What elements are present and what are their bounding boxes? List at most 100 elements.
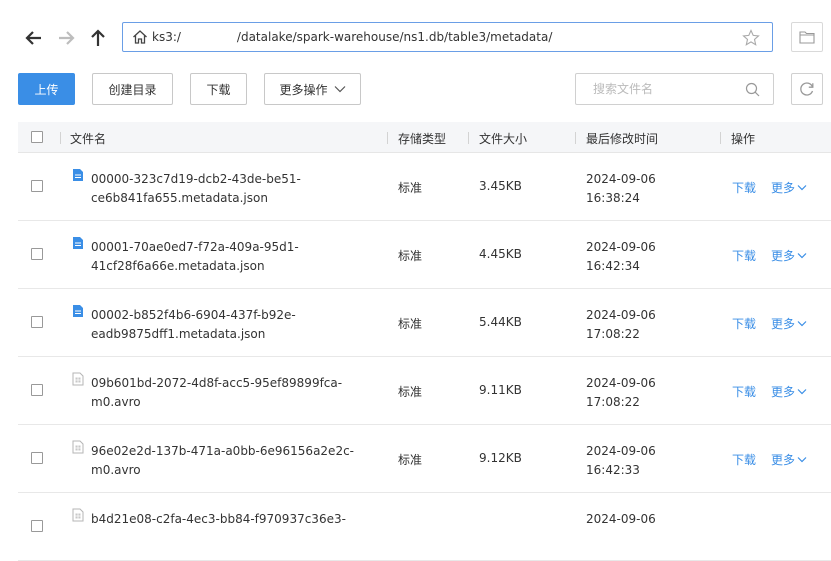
search-input[interactable] [591, 81, 745, 97]
modified-date: 2024-09-06 [586, 240, 656, 254]
file-name[interactable]: 96e02e2d-137b-471a-a0bb-6e96156a2e2c-m0.… [91, 442, 371, 480]
row-more-menu[interactable]: 更多 [771, 451, 807, 468]
table-row[interactable]: b4d21e08-c2fa-4ec3-bb84-f970937c36e3- 202… [18, 493, 831, 561]
row-checkbox[interactable] [31, 384, 43, 396]
download-button[interactable]: 下载 [190, 73, 247, 105]
row-more-label: 更多 [771, 249, 796, 263]
row-more-menu[interactable]: 更多 [771, 315, 807, 332]
row-more-menu[interactable]: 更多 [771, 383, 807, 400]
column-header-size[interactable]: 文件大小 [479, 130, 527, 147]
storage-type: 标准 [398, 181, 423, 195]
refresh-icon [800, 82, 814, 96]
modified-date: 2024-09-06 [586, 444, 656, 458]
column-header-ops: 操作 [731, 132, 756, 146]
forward-button[interactable] [55, 27, 77, 49]
row-more-menu[interactable]: 更多 [771, 247, 807, 264]
modified-clock: 16:38:24 [586, 191, 640, 205]
arrow-right-icon [59, 31, 75, 45]
chevron-down-icon [797, 253, 807, 259]
row-checkbox[interactable] [31, 248, 43, 260]
row-download-link[interactable]: 下载 [732, 383, 756, 400]
file-name-line1: 00002-b852f4b6-6904-437f-b92e- [91, 308, 296, 322]
column-divider [387, 132, 388, 144]
row-download-link[interactable]: 下载 [732, 247, 756, 264]
file-name[interactable]: 09b601bd-2072-4d8f-acc5-95ef89899fca-m0.… [91, 374, 371, 412]
search-box[interactable] [575, 73, 774, 105]
row-download-link[interactable]: 下载 [732, 315, 756, 332]
back-button[interactable] [23, 27, 45, 49]
modified-time: 2024-09-06 17:08:22 [586, 374, 656, 412]
modified-date: 2024-09-06 [586, 308, 656, 322]
more-ops-label: 更多操作 [279, 82, 328, 97]
json-file-icon [72, 236, 84, 253]
address-bar[interactable]: ks3:/ /datalake/spark-warehouse/ns1.db/t… [122, 22, 773, 52]
row-checkbox[interactable] [31, 316, 43, 328]
column-header-name[interactable]: 文件名 [70, 130, 106, 147]
column-divider [60, 132, 61, 144]
file-name[interactable]: b4d21e08-c2fa-4ec3-bb84-f970937c36e3- [91, 510, 371, 529]
column-header-modified[interactable]: 最后修改时间 [586, 130, 658, 147]
json-file-icon [72, 304, 84, 321]
json-file-icon [72, 168, 84, 185]
file-name-line1: b4d21e08-c2fa-4ec3-bb84-f970937c36e3- [91, 512, 346, 526]
binary-file-icon [72, 440, 84, 457]
modified-clock: 17:08:22 [586, 395, 640, 409]
column-header-storage-type[interactable]: 存储类型 [398, 130, 446, 147]
chevron-down-icon [797, 185, 807, 191]
create-dir-button[interactable]: 创建目录 [92, 73, 173, 105]
arrow-left-icon [25, 31, 41, 45]
chevron-down-icon [334, 86, 345, 93]
file-size: 9.12KB [479, 451, 522, 465]
file-name[interactable]: 00001-70ae0ed7-f72a-409a-95d1- 41cf28f6a6… [91, 238, 371, 276]
address-masked-segment [181, 31, 237, 43]
row-checkbox[interactable] [31, 520, 43, 532]
storage-type: 标准 [398, 453, 423, 467]
row-more-menu[interactable]: 更多 [771, 179, 807, 196]
modified-time: 2024-09-06 [586, 510, 656, 529]
file-size: 4.45KB [479, 247, 522, 261]
column-divider [575, 132, 576, 144]
refresh-button[interactable] [791, 73, 823, 105]
search-icon[interactable] [745, 82, 760, 97]
modified-date: 2024-09-06 [586, 172, 656, 186]
file-name-line1: 00001-70ae0ed7-f72a-409a-95d1- [91, 240, 299, 254]
table-row[interactable]: 96e02e2d-137b-471a-a0bb-6e96156a2e2c-m0.… [18, 425, 831, 493]
modified-clock: 16:42:33 [586, 463, 640, 477]
row-checkbox[interactable] [31, 452, 43, 464]
row-checkbox[interactable] [31, 180, 43, 192]
table-row[interactable]: 00002-b852f4b6-6904-437f-b92e-eadb9875df… [18, 289, 831, 357]
file-name-line1: 00000-323c7d19-dcb2-43de-be51- [91, 172, 301, 186]
file-name-line2: 41cf28f6a66e.metadata.json [91, 259, 265, 273]
row-more-label: 更多 [771, 181, 796, 195]
upload-button[interactable]: 上传 [18, 73, 75, 105]
table-header: 文件名 存储类型 文件大小 最后修改时间 操作 [18, 122, 831, 153]
file-name-line1: 09b601bd-2072-4d8f-acc5-95ef89899fca- [91, 376, 343, 390]
modified-time: 2024-09-06 16:42:33 [586, 442, 656, 480]
star-icon[interactable] [742, 29, 760, 47]
table-row[interactable]: 09b601bd-2072-4d8f-acc5-95ef89899fca-m0.… [18, 357, 831, 425]
address-host: ks3:/ [152, 30, 181, 44]
file-name-line1: 96e02e2d-137b-471a-a0bb-6e96156a2e2c- [91, 444, 355, 458]
home-icon[interactable] [132, 29, 148, 45]
modified-time: 2024-09-06 16:38:24 [586, 170, 656, 208]
row-more-label: 更多 [771, 453, 796, 467]
address-path: /datalake/spark-warehouse/ns1.db/table3/… [236, 30, 553, 44]
more-ops-button[interactable]: 更多操作 [264, 73, 361, 105]
modified-date: 2024-09-06 [586, 512, 656, 526]
arrow-up-icon [91, 29, 105, 46]
row-download-link[interactable]: 下载 [732, 179, 756, 196]
folder-button[interactable] [791, 22, 823, 52]
table-row[interactable]: 00001-70ae0ed7-f72a-409a-95d1- 41cf28f6a6… [18, 221, 831, 289]
select-all-checkbox[interactable] [31, 131, 43, 143]
up-button[interactable] [87, 27, 109, 49]
file-name[interactable]: 00002-b852f4b6-6904-437f-b92e-eadb9875df… [91, 306, 371, 344]
row-download-link[interactable]: 下载 [732, 451, 756, 468]
file-name-line2: eadb9875dff1.metadata.json [91, 327, 266, 341]
modified-time: 2024-09-06 16:42:34 [586, 238, 656, 276]
row-more-label: 更多 [771, 317, 796, 331]
table-row[interactable]: 00000-323c7d19-dcb2-43de-be51- ce6b841fa6… [18, 153, 831, 221]
storage-type: 标准 [398, 317, 423, 331]
modified-clock: 16:42:34 [586, 259, 640, 273]
chevron-down-icon [797, 389, 807, 395]
file-name[interactable]: 00000-323c7d19-dcb2-43de-be51- ce6b841fa6… [91, 170, 371, 208]
